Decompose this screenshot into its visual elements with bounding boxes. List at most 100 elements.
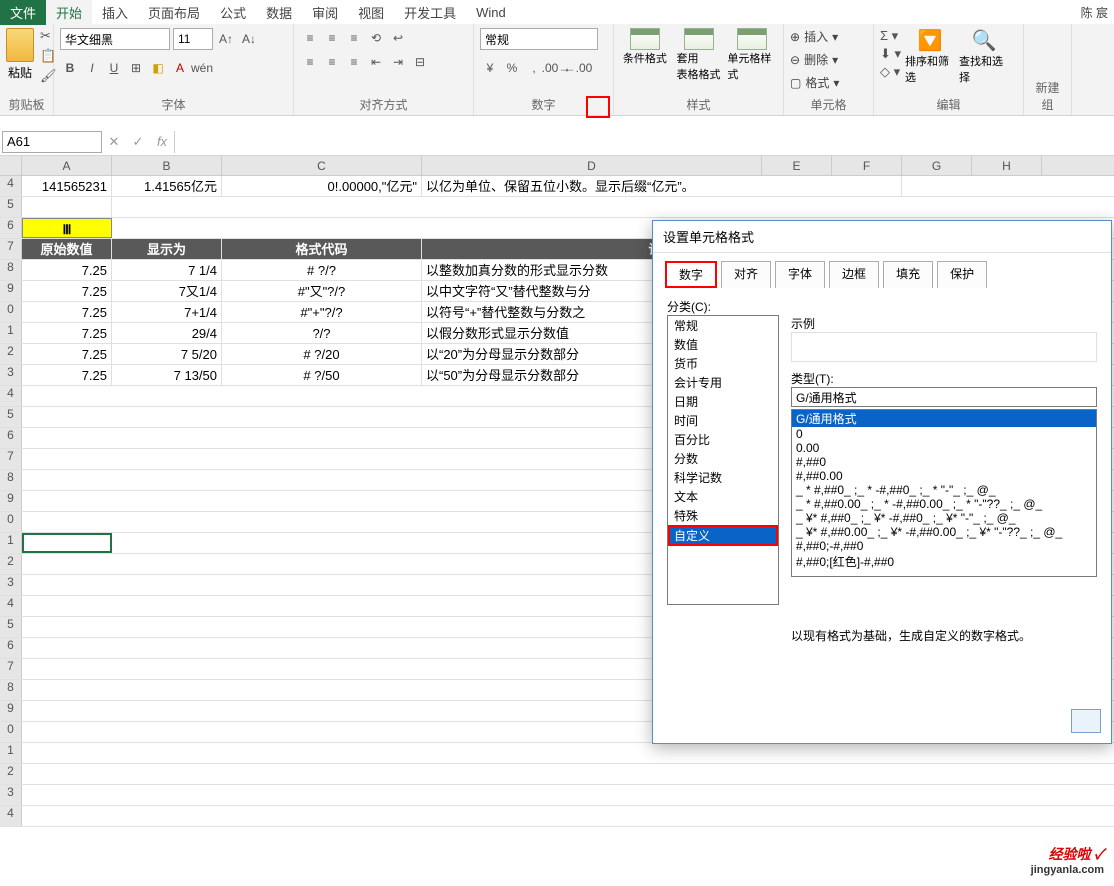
dlg-tab-fill[interactable]: 填充 bbox=[883, 261, 933, 288]
cell[interactable]: 7 5/20 bbox=[112, 344, 222, 364]
row-header[interactable]: 4 bbox=[0, 386, 22, 406]
clear-icon[interactable]: ◇ ▾ bbox=[880, 64, 901, 80]
fill-icon[interactable]: ⬇ ▾ bbox=[880, 46, 901, 62]
list-item[interactable]: _ * #,##0_ ;_ * -#,##0_ ;_ * "-"_ ;_ @_ bbox=[792, 483, 1096, 497]
autosum-icon[interactable]: Σ ▾ bbox=[880, 28, 901, 44]
align-mid-icon[interactable]: ≡ bbox=[322, 28, 342, 48]
tab-formula[interactable]: 公式 bbox=[210, 0, 256, 25]
tab-dev[interactable]: 开发工具 bbox=[394, 0, 466, 25]
row-header[interactable]: 1 bbox=[0, 533, 22, 553]
border-button[interactable]: ⊞ bbox=[126, 58, 146, 78]
tab-view[interactable]: 视图 bbox=[348, 0, 394, 25]
col-header-d[interactable]: D bbox=[422, 156, 762, 175]
list-item[interactable]: 时间 bbox=[668, 411, 778, 430]
category-listbox[interactable]: 常规 数值 货币 会计专用 日期 时间 百分比 分数 科学记数 文本 特殊 自定… bbox=[667, 315, 779, 605]
cell[interactable]: 7+1/4 bbox=[112, 302, 222, 322]
tab-data[interactable]: 数据 bbox=[256, 0, 302, 25]
cell[interactable]: 141565231 bbox=[22, 176, 112, 196]
list-item-custom[interactable]: 自定义 bbox=[668, 525, 778, 546]
merge-icon[interactable]: ⊟ bbox=[410, 52, 430, 72]
row-header[interactable]: 0 bbox=[0, 722, 22, 742]
list-item[interactable]: _ ¥* #,##0.00_ ;_ ¥* -#,##0.00_ ;_ ¥* "-… bbox=[792, 525, 1096, 539]
row-header[interactable]: 4 bbox=[0, 596, 22, 616]
cell[interactable]: ?/? bbox=[222, 323, 422, 343]
row-header[interactable]: 8 bbox=[0, 470, 22, 490]
tab-insert[interactable]: 插入 bbox=[92, 0, 138, 25]
orientation-icon[interactable]: ⟲ bbox=[366, 28, 386, 48]
dlg-tab-border[interactable]: 边框 bbox=[829, 261, 879, 288]
tab-wind[interactable]: Wind bbox=[466, 2, 516, 23]
bold-button[interactable]: B bbox=[60, 58, 80, 78]
list-item[interactable]: 货币 bbox=[668, 354, 778, 373]
format-cells-button[interactable]: ▢格式 ▾ bbox=[790, 74, 839, 91]
cell[interactable]: 7 1/4 bbox=[112, 260, 222, 280]
row-header[interactable]: 5 bbox=[0, 617, 22, 637]
indent-inc-icon[interactable]: ⇥ bbox=[388, 52, 408, 72]
col-header-f[interactable]: F bbox=[832, 156, 902, 175]
paste-button[interactable]: 粘贴 bbox=[6, 28, 34, 81]
table-heading[interactable]: 显示为 bbox=[112, 239, 222, 259]
list-item[interactable]: 数值 bbox=[668, 335, 778, 354]
phonetic-button[interactable]: wén bbox=[192, 58, 212, 78]
increase-font-icon[interactable]: A↑ bbox=[216, 29, 236, 49]
row-header[interactable]: 9 bbox=[0, 491, 22, 511]
row-header[interactable]: 7 bbox=[0, 449, 22, 469]
cell-style-button[interactable]: 单元格样式 bbox=[727, 28, 777, 82]
dlg-tab-font[interactable]: 字体 bbox=[775, 261, 825, 288]
list-item[interactable]: _ ¥* #,##0_ ;_ ¥* -#,##0_ ;_ ¥* "-"_ ;_ … bbox=[792, 511, 1096, 525]
col-header-e[interactable]: E bbox=[762, 156, 832, 175]
cell[interactable]: 以亿为单位、保留五位小数。显示后缀“亿元”。 bbox=[422, 176, 902, 196]
row-header[interactable]: 9 bbox=[0, 701, 22, 721]
delete-cells-button[interactable]: ⊖删除 ▾ bbox=[790, 51, 838, 68]
cell[interactable]: 1.41565亿元 bbox=[112, 176, 222, 196]
number-format-select[interactable] bbox=[480, 28, 598, 50]
table-heading[interactable]: 原始数值 bbox=[22, 239, 112, 259]
col-header-c[interactable]: C bbox=[222, 156, 422, 175]
col-header-a[interactable]: A bbox=[22, 156, 112, 175]
row-header[interactable]: 6 bbox=[0, 218, 22, 238]
list-item[interactable]: 0.00 bbox=[792, 441, 1096, 455]
cell[interactable] bbox=[22, 197, 112, 217]
row-header[interactable]: 6 bbox=[0, 428, 22, 448]
font-color-button[interactable]: A bbox=[170, 58, 190, 78]
table-heading[interactable]: 格式代码 bbox=[222, 239, 422, 259]
list-item[interactable]: 特殊 bbox=[668, 506, 778, 525]
list-item[interactable]: _ * #,##0.00_ ;_ * -#,##0.00_ ;_ * "-"??… bbox=[792, 497, 1096, 511]
list-item[interactable]: 百分比 bbox=[668, 430, 778, 449]
row-header[interactable]: 6 bbox=[0, 638, 22, 658]
percent-icon[interactable]: % bbox=[502, 58, 522, 78]
cell[interactable]: 7.25 bbox=[22, 344, 112, 364]
col-header-b[interactable]: B bbox=[112, 156, 222, 175]
row-header[interactable]: 2 bbox=[0, 344, 22, 364]
row-header[interactable]: 0 bbox=[0, 512, 22, 532]
sort-filter-button[interactable]: 🔽排序和筛选 bbox=[905, 28, 955, 85]
row-header[interactable]: 7 bbox=[0, 659, 22, 679]
cell[interactable]: 7.25 bbox=[22, 260, 112, 280]
name-box[interactable] bbox=[2, 131, 102, 153]
dialog-ok-button[interactable] bbox=[1071, 709, 1101, 733]
cell[interactable]: 7.25 bbox=[22, 365, 112, 385]
list-item[interactable]: #,##0.00 bbox=[792, 469, 1096, 483]
find-select-button[interactable]: 🔍查找和选择 bbox=[959, 28, 1009, 85]
font-name-select[interactable] bbox=[60, 28, 170, 50]
fx-icon[interactable]: fx bbox=[150, 134, 174, 149]
row-header[interactable]: 0 bbox=[0, 302, 22, 322]
list-item[interactable]: 常规 bbox=[668, 316, 778, 335]
row-header[interactable]: 1 bbox=[0, 323, 22, 343]
file-tab[interactable]: 文件 bbox=[0, 0, 46, 25]
font-size-select[interactable] bbox=[173, 28, 213, 50]
cell[interactable]: 29/4 bbox=[112, 323, 222, 343]
row-header[interactable]: 8 bbox=[0, 680, 22, 700]
underline-button[interactable]: U bbox=[104, 58, 124, 78]
row-header[interactable]: 3 bbox=[0, 785, 22, 805]
col-header-g[interactable]: G bbox=[902, 156, 972, 175]
italic-button[interactable]: I bbox=[82, 58, 102, 78]
row-header[interactable]: 8 bbox=[0, 260, 22, 280]
row-header[interactable]: 4 bbox=[0, 806, 22, 826]
list-item[interactable]: #,##0;-#,##0 bbox=[792, 539, 1096, 553]
cell[interactable]: # ?/20 bbox=[222, 344, 422, 364]
cell[interactable]: # ?/? bbox=[222, 260, 422, 280]
insert-cells-button[interactable]: ⊕插入 ▾ bbox=[790, 28, 838, 45]
align-right-icon[interactable]: ≡ bbox=[344, 52, 364, 72]
align-top-icon[interactable]: ≡ bbox=[300, 28, 320, 48]
